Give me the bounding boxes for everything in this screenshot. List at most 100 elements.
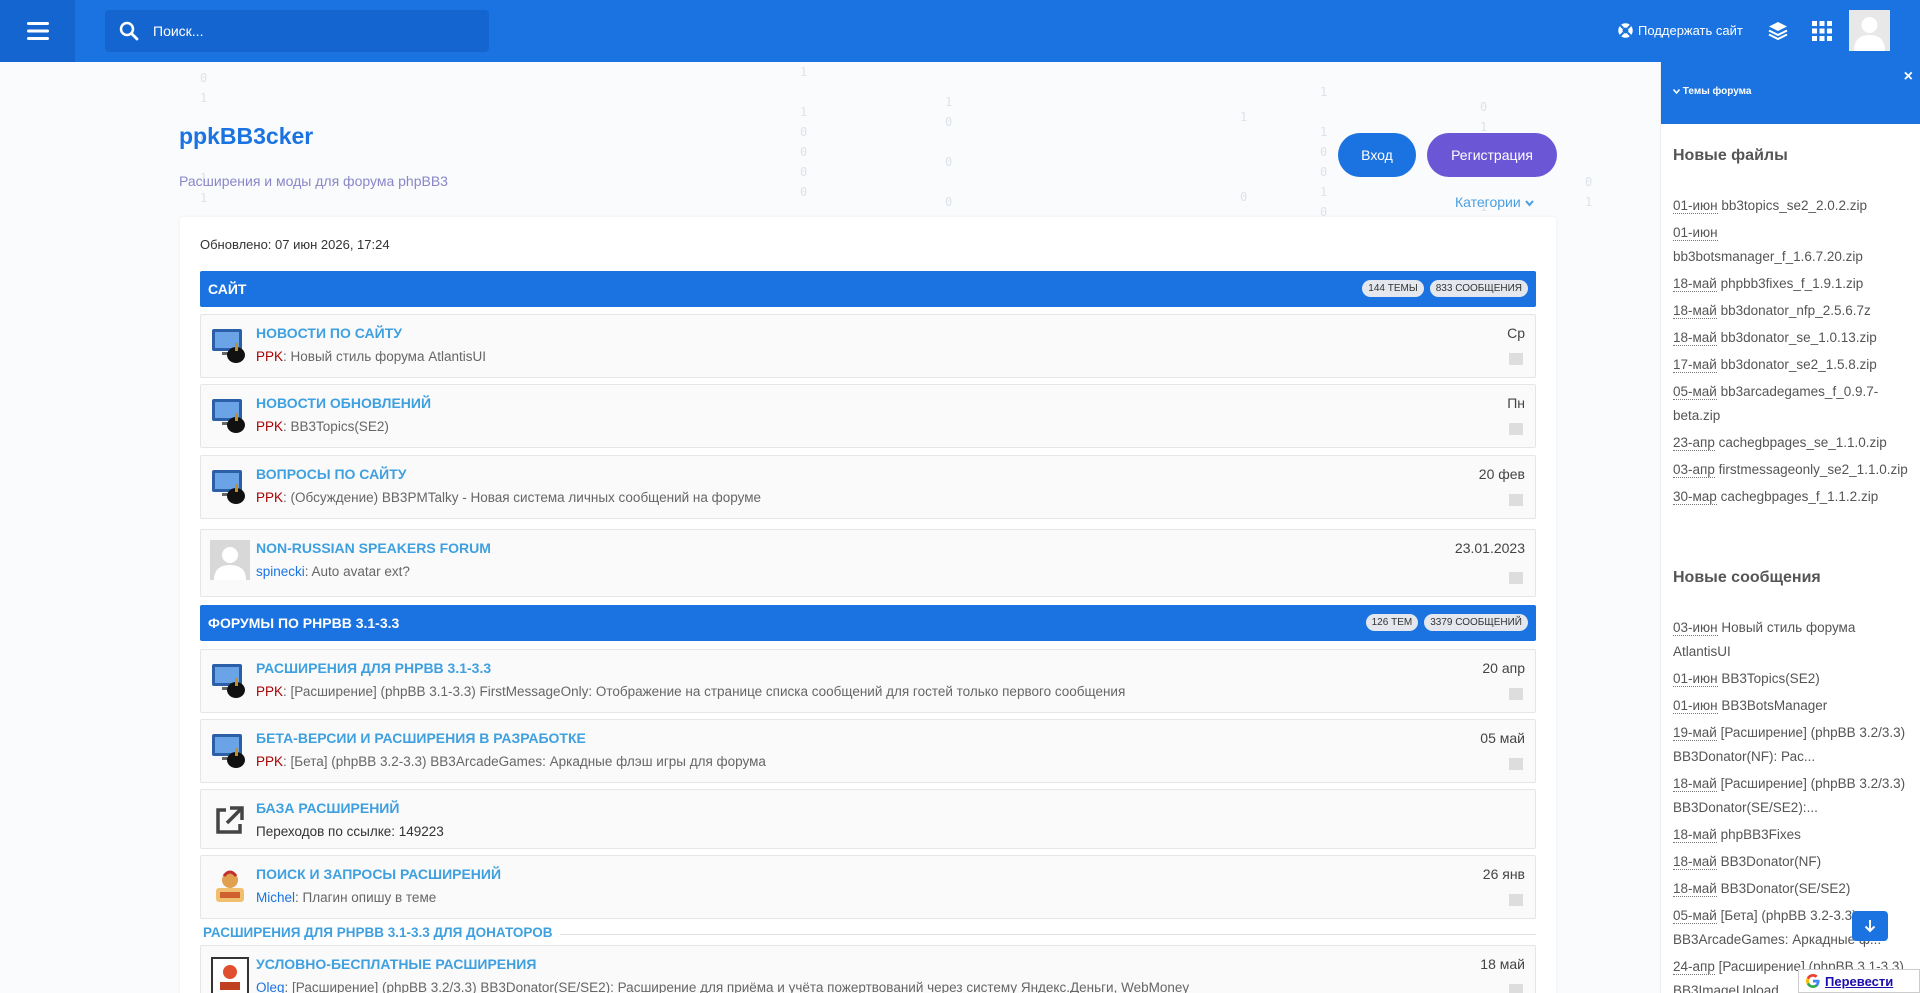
search-icon[interactable] (119, 21, 139, 41)
goto-last-post-icon[interactable] (1509, 353, 1523, 365)
item-date-link[interactable]: 18-май (1673, 854, 1717, 870)
forum-row: БЕТА-ВЕРСИИ И РАСШИРЕНИЯ В РАЗРАБОТКЕ PP… (200, 719, 1536, 783)
last-post-link[interactable]: [Расширение] (phpBB 3.2/3.3) BB3Donator(… (292, 980, 1189, 993)
goto-last-post-icon[interactable] (1509, 423, 1523, 435)
item-title-link[interactable]: BB3Donator(SE/SE2) (1721, 881, 1851, 896)
last-post-date: 20 апр (1482, 660, 1525, 676)
post-author-link[interactable]: spinecki (256, 564, 305, 579)
item-date-link[interactable]: 24-апр (1673, 959, 1715, 975)
search-input[interactable] (153, 23, 473, 39)
subcategory-title[interactable]: РАСШИРЕНИЯ ДЛЯ PHPBB 3.1-3.3 ДЛЯ ДОНАТОР… (203, 925, 552, 940)
post-author-link[interactable]: PPK (256, 419, 283, 434)
forum-title-link[interactable]: УСЛОВНО-БЕСПЛАТНЫЕ РАСШИРЕНИЯ (256, 956, 536, 972)
translate-link[interactable]: Перевести (1825, 974, 1893, 989)
item-title-link[interactable]: firstmessageonly_se2_1.1.0.zip (1719, 462, 1908, 477)
sidebar-list-item: 18-май bb3donator_nfp_2.5.6.7z (1673, 299, 1909, 323)
post-author-link[interactable]: PPK (256, 754, 283, 769)
last-post-link[interactable]: Новый стиль форума AtlantisUI (291, 349, 486, 364)
last-post-link[interactable]: Auto avatar ext? (312, 564, 410, 579)
user-avatar[interactable] (1849, 10, 1890, 51)
item-title-link[interactable]: bb3donator_se2_1.5.8.zip (1721, 357, 1877, 372)
item-date-link[interactable]: 18-май (1673, 303, 1717, 319)
site-title[interactable]: ppkBB3cker (179, 123, 313, 150)
sidebar-list-item: 19-май [Расширение] (phpBB 3.2/3.3) BB3D… (1673, 721, 1909, 769)
goto-last-post-icon[interactable] (1509, 758, 1523, 770)
category-title[interactable]: ФОРУМЫ ПО PHPBB 3.1-3.3 (208, 615, 399, 631)
goto-last-post-icon[interactable] (1509, 894, 1523, 906)
item-date-link[interactable]: 03-апр (1673, 462, 1715, 478)
item-date-link[interactable]: 18-май (1673, 276, 1717, 292)
support-site-link[interactable]: Поддержать сайт (1617, 22, 1743, 39)
post-author-link[interactable]: PPK (256, 349, 283, 364)
item-date-link[interactable]: 01-июн (1673, 225, 1718, 241)
item-title-link[interactable]: cachegbpages_se_1.1.0.zip (1719, 435, 1887, 450)
forum-title-link[interactable]: РАСШИРЕНИЯ ДЛЯ PHPBB 3.1-3.3 (256, 660, 491, 676)
apps-grid-icon[interactable] (1811, 20, 1833, 42)
category-header-site[interactable]: САЙТ 144 ТЕМЫ 833 СООБЩЕНИЯ (200, 271, 1536, 307)
item-title-link[interactable]: BB3Topics(SE2) (1721, 671, 1819, 686)
default-avatar-icon (210, 540, 250, 580)
register-button[interactable]: Регистрация (1427, 133, 1557, 177)
post-author-link[interactable]: Michel (256, 890, 295, 905)
goto-last-post-icon[interactable] (1509, 984, 1523, 993)
item-date-link[interactable]: 18-май (1673, 776, 1717, 792)
last-post-link[interactable]: [Расширение] (phpBB 3.1-3.3) FirstMessag… (291, 684, 1126, 699)
item-title-link[interactable]: cachegbpages_f_1.1.2.zip (1721, 489, 1879, 504)
category-header-phpbb[interactable]: ФОРУМЫ ПО PHPBB 3.1-3.3 126 ТЕМ 3379 СОО… (200, 605, 1536, 641)
post-author-link[interactable]: Oleg (256, 980, 285, 993)
matrix-background: 01011 110000 1000 110010 10 0111 01 (200, 65, 1593, 219)
forum-title-link[interactable]: ПОИСК И ЗАПРОСЫ РАСШИРЕНИЙ (256, 866, 501, 882)
item-title-link[interactable]: bb3topics_se2_2.0.2.zip (1721, 198, 1867, 213)
item-date-link[interactable]: 18-май (1673, 330, 1717, 346)
forum-title-link[interactable]: БАЗА РАСШИРЕНИЙ (256, 800, 399, 816)
last-post: PPK: [Бета] (phpBB 3.2-3.3) BB3ArcadeGam… (256, 754, 766, 769)
item-date-link[interactable]: 19-май (1673, 725, 1717, 741)
goto-last-post-icon[interactable] (1509, 494, 1523, 506)
item-date-link[interactable]: 23-апр (1673, 435, 1715, 451)
last-post: Michel: Плагин опишу в теме (256, 890, 437, 905)
item-title-link[interactable]: bb3donator_nfp_2.5.6.7z (1721, 303, 1871, 318)
item-date-link[interactable]: 01-июн (1673, 671, 1718, 687)
close-icon[interactable]: × (1904, 68, 1913, 86)
last-post-link[interactable]: BB3Topics(SE2) (291, 419, 389, 434)
last-post-link[interactable]: Плагин опишу в теме (303, 890, 437, 905)
categories-dropdown[interactable]: Категории (1455, 194, 1534, 210)
post-author-link[interactable]: PPK (256, 684, 283, 699)
forum-title-link[interactable]: НОВОСТИ ПО САЙТУ (256, 325, 402, 341)
forum-title-link[interactable]: NON-RUSSIAN SPEAKERS FORUM (256, 540, 491, 556)
forum-title-link[interactable]: ВОПРОСЫ ПО САЙТУ (256, 466, 407, 482)
hamburger-menu-button[interactable] (0, 0, 75, 62)
forum-topics-toggle[interactable]: Темы форума (1672, 86, 1752, 97)
item-date-link[interactable]: 30-мар (1673, 489, 1717, 505)
item-date-link[interactable]: 01-июн (1673, 698, 1718, 714)
goto-last-post-icon[interactable] (1509, 688, 1523, 700)
item-date-link[interactable]: 03-июн (1673, 620, 1718, 636)
sidebar-header: Темы форума × (1661, 62, 1920, 124)
sidebar-list-item: 23-апр cachegbpages_se_1.1.0.zip (1673, 431, 1909, 455)
forum-title-link[interactable]: БЕТА-ВЕРСИИ И РАСШИРЕНИЯ В РАЗРАБОТКЕ (256, 730, 586, 746)
layers-icon[interactable] (1767, 20, 1789, 42)
item-date-link[interactable]: 05-май (1673, 908, 1717, 924)
last-post-link[interactable]: [Бета] (phpBB 3.2-3.3) BB3ArcadeGames: А… (291, 754, 766, 769)
item-title-link[interactable]: phpBB3Fixes (1721, 827, 1801, 842)
login-button[interactable]: Вход (1338, 133, 1416, 177)
item-title-link[interactable]: BB3Donator(NF) (1721, 854, 1822, 869)
item-date-link[interactable]: 01-июн (1673, 198, 1718, 214)
item-date-link[interactable]: 17-май (1673, 357, 1717, 373)
item-date-link[interactable]: 18-май (1673, 827, 1717, 843)
forum-row: ПОИСК И ЗАПРОСЫ РАСШИРЕНИЙ Michel: Плаги… (200, 855, 1536, 919)
item-title-link[interactable]: BB3BotsManager (1721, 698, 1827, 713)
item-title-link[interactable]: bb3donator_se_1.0.13.zip (1721, 330, 1877, 345)
item-date-link[interactable]: 05-май (1673, 384, 1717, 400)
item-title-link[interactable]: phpbb3fixes_f_1.9.1.zip (1721, 276, 1864, 291)
category-title[interactable]: САЙТ (208, 281, 247, 297)
item-date-link[interactable]: 18-май (1673, 881, 1717, 897)
forum-title-link[interactable]: НОВОСТИ ОБНОВЛЕНИЙ (256, 395, 431, 411)
last-post-link[interactable]: (Обсуждение) BB3PMTalky - Новая система … (291, 490, 761, 505)
scroll-down-button[interactable] (1852, 911, 1888, 941)
last-post-date: Пн (1507, 395, 1525, 411)
goto-last-post-icon[interactable] (1509, 572, 1523, 584)
post-author-link[interactable]: PPK (256, 490, 283, 505)
default-avatar-icon (1849, 10, 1890, 51)
item-title-link[interactable]: bb3botsmanager_f_1.6.7.20.zip (1673, 249, 1863, 264)
